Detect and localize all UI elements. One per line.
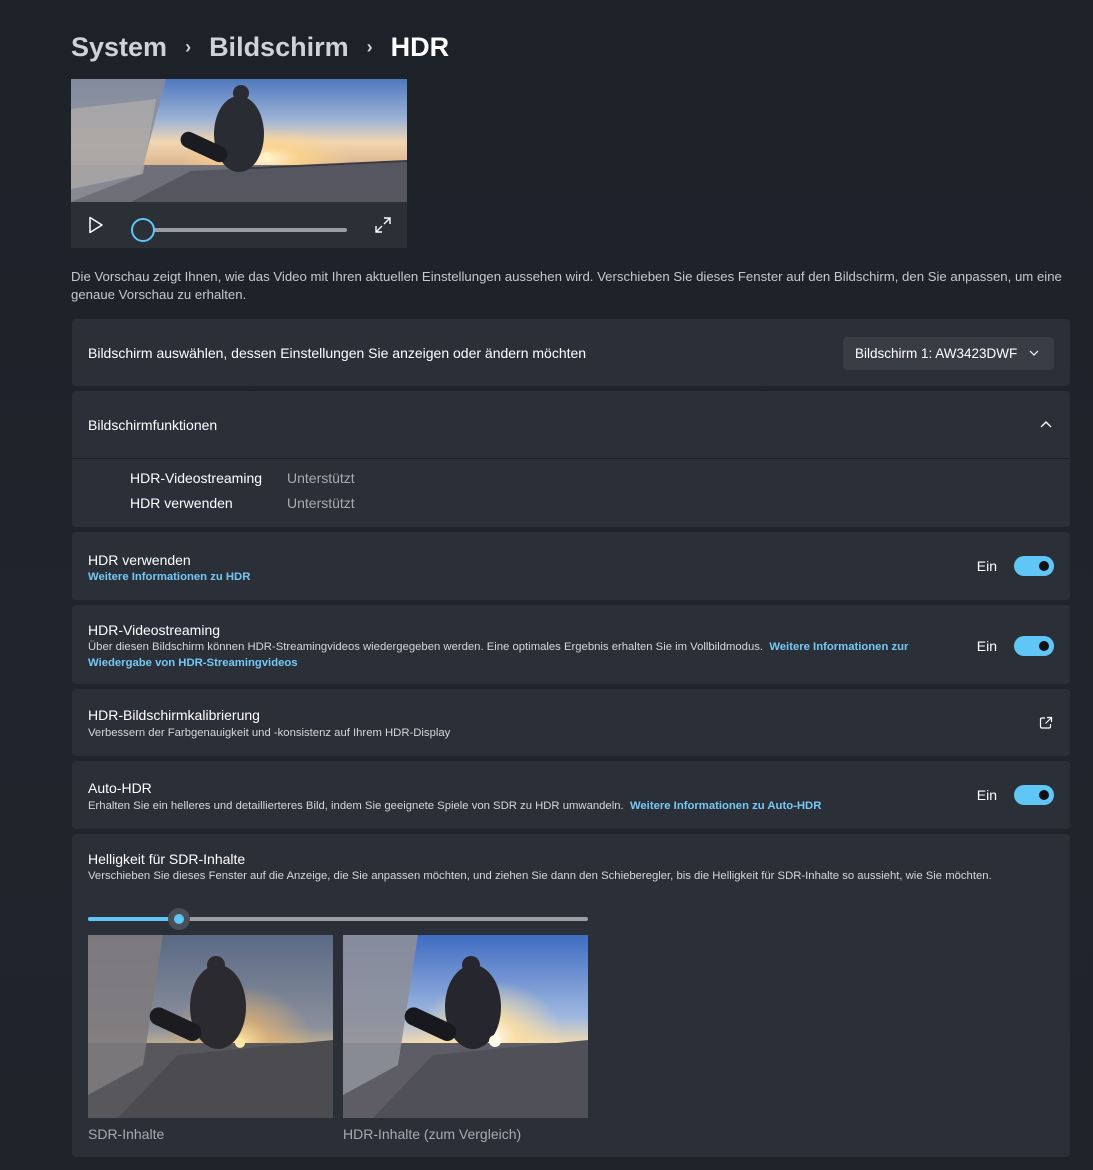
display-select-value: Bildschirm 1: AW3423DWF [855, 346, 1018, 361]
seek-track[interactable] [143, 228, 347, 232]
auto-hdr-link[interactable]: Weitere Informationen zu Auto-HDR [630, 800, 821, 812]
hdr-streaming-desc: Über diesen Bildschirm können HDR-Stream… [88, 639, 958, 671]
capabilities-title: Bildschirmfunktionen [88, 417, 218, 433]
auto-hdr-desc-text: Erhalten Sie ein helleres und detaillier… [88, 800, 624, 812]
page-title: HDR [390, 32, 450, 62]
use-hdr-card: HDR verwenden Weitere Informationen zu H… [72, 532, 1070, 600]
use-hdr-state: Ein [976, 558, 997, 574]
capability-value: Unterstützt [287, 470, 355, 486]
video-controls [71, 202, 407, 248]
auto-hdr-card: Auto-HDR Erhalten Sie ein helleres und d… [72, 761, 1070, 829]
auto-hdr-toggle[interactable] [1014, 785, 1054, 805]
seek-thumb[interactable] [131, 218, 155, 242]
hdr-sample-image [343, 935, 588, 1118]
use-hdr-toggle[interactable] [1014, 556, 1054, 576]
breadcrumb-system[interactable]: System [71, 30, 167, 64]
capabilities-header[interactable]: Bildschirmfunktionen [72, 391, 1070, 458]
expand-icon[interactable] [374, 216, 392, 234]
hdr-streaming-card: HDR-Videostreaming Über diesen Bildschir… [72, 605, 1070, 684]
hdr-streaming-title: HDR-Videostreaming [88, 622, 221, 638]
hdr-calibration-title: HDR-Bildschirmkalibrierung [88, 707, 260, 723]
chevron-right-icon: › [185, 37, 192, 57]
toggle-knob [1039, 790, 1049, 800]
sdr-brightness-desc: Verschieben Sie dieses Fenster auf die A… [88, 870, 992, 882]
use-hdr-link[interactable]: Weitere Informationen zu HDR [88, 569, 250, 585]
divider [72, 458, 1070, 459]
hdr-streaming-desc-text: Über diesen Bildschirm können HDR-Stream… [88, 641, 764, 653]
sdr-brightness-slider-fill [88, 917, 179, 921]
display-select-card: Bildschirm auswählen, dessen Einstellung… [72, 319, 1070, 386]
toggle-knob [1039, 641, 1049, 651]
auto-hdr-title: Auto-HDR [88, 780, 152, 796]
chevron-down-icon [1029, 350, 1039, 356]
play-icon[interactable] [88, 216, 104, 234]
preview-description: Die Vorschau zeigt Ihnen, wie das Video … [71, 269, 1062, 302]
video-preview [71, 79, 407, 248]
sdr-sample-image [88, 935, 333, 1118]
chevron-up-icon[interactable] [1039, 419, 1053, 429]
display-select-label: Bildschirm auswählen, dessen Einstellung… [88, 345, 587, 361]
use-hdr-toggle-wrap: Ein [977, 556, 1054, 576]
hdr-streaming-toggle[interactable] [1014, 636, 1054, 656]
chevron-right-icon: › [366, 37, 373, 57]
sdr-brightness-card: Helligkeit für SDR-Inhalte Verschieben S… [72, 834, 1070, 1157]
display-select-dropdown[interactable]: Bildschirm 1: AW3423DWF [843, 337, 1054, 370]
use-hdr-title: HDR verwenden [88, 552, 191, 568]
sdr-brightness-title: Helligkeit für SDR-Inhalte [88, 851, 246, 867]
hdr-streaming-toggle-wrap: Ein [977, 636, 1054, 656]
hdr-caption: HDR-Inhalte (zum Vergleich) [343, 1126, 522, 1142]
toggle-knob [1039, 561, 1049, 571]
capabilities-card: Bildschirmfunktionen HDR-Videostreaming … [72, 391, 1070, 527]
capability-name: HDR verwenden [130, 495, 233, 511]
auto-hdr-state: Ein [976, 787, 997, 803]
video-frame [71, 79, 407, 202]
capability-name: HDR-Videostreaming [130, 470, 263, 486]
breadcrumb: System › Bildschirm › HDR [71, 30, 449, 64]
sdr-brightness-slider-thumb[interactable] [168, 908, 190, 930]
capability-value: Unterstützt [287, 495, 355, 511]
auto-hdr-desc: Erhalten Sie ein helleres und detaillier… [88, 798, 821, 814]
auto-hdr-toggle-wrap: Ein [977, 785, 1054, 805]
hdr-calibration-desc: Verbessern der Farbgenauigkeit und -kons… [88, 727, 451, 739]
sdr-caption: SDR-Inhalte [88, 1126, 165, 1142]
hdr-streaming-state: Ein [976, 638, 997, 654]
hdr-calibration-card[interactable]: HDR-Bildschirmkalibrierung Verbessern de… [72, 689, 1070, 756]
external-link-icon[interactable] [1039, 716, 1053, 730]
video-scene-image [71, 79, 407, 202]
breadcrumb-bildschirm[interactable]: Bildschirm [209, 30, 349, 64]
